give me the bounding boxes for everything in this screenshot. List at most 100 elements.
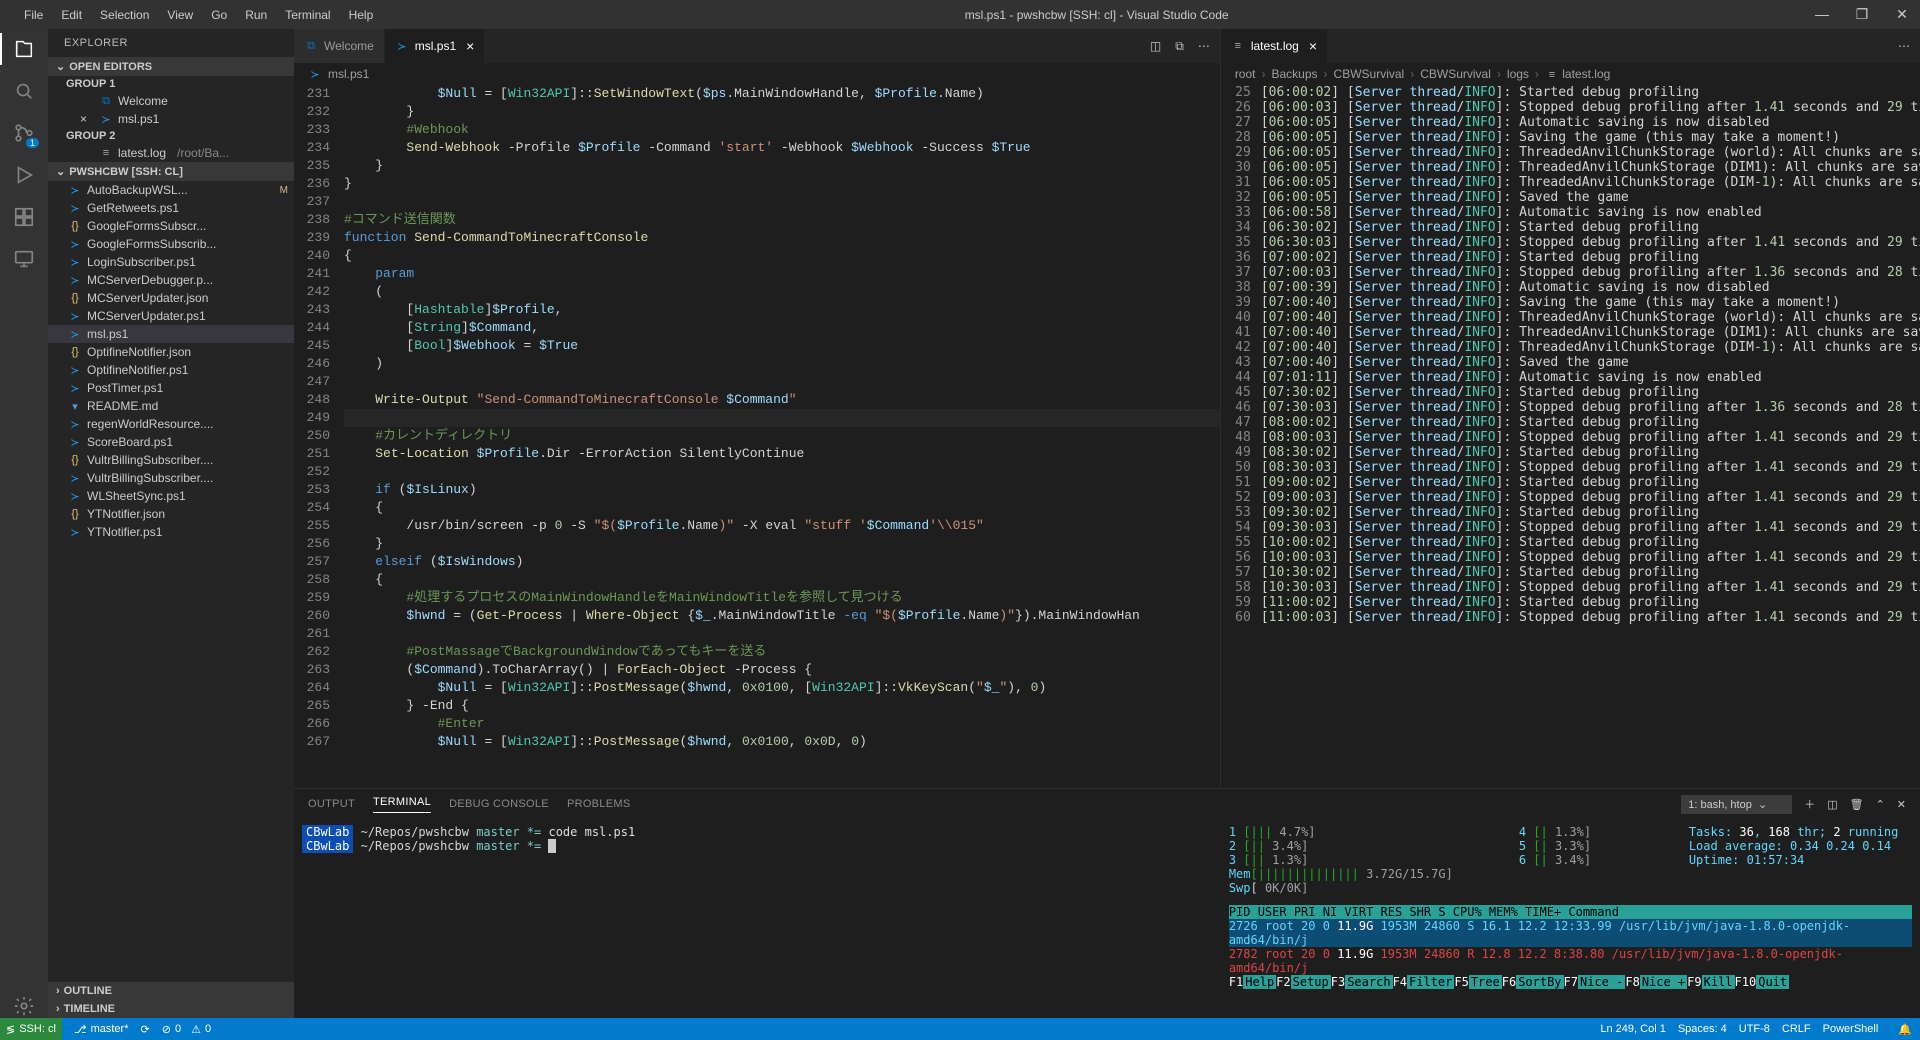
notifications-icon[interactable]: 🔔	[1898, 1023, 1912, 1036]
close-icon[interactable]: ×	[466, 38, 474, 54]
source-control-icon[interactable]: 1	[12, 121, 36, 145]
json-icon: {}	[68, 453, 82, 467]
more-icon[interactable]: ⋯	[1898, 39, 1910, 53]
split-terminal-icon[interactable]: ◫	[1827, 798, 1837, 811]
file-label: VultrBillingSubscriber....	[87, 471, 213, 485]
file-item[interactable]: ≻AutoBackupWSL...M	[48, 181, 294, 199]
language[interactable]: PowerShell	[1823, 1023, 1879, 1035]
breadcrumb-item[interactable]: root	[1235, 67, 1256, 81]
timeline-header[interactable]: ›TIMELINE	[48, 1000, 294, 1018]
split-editor-icon[interactable]: ◫	[1150, 39, 1161, 53]
run-debug-icon[interactable]	[12, 163, 36, 187]
tab-msl-ps1[interactable]: ≻msl.ps1×	[385, 29, 486, 63]
menu-file[interactable]: File	[16, 4, 51, 26]
open-editor-item[interactable]: ⧉Welcome	[48, 92, 294, 110]
problems-status[interactable]: ⊘ 0 ⚠ 0	[162, 1023, 211, 1036]
tab-latest-log[interactable]: ≡latest.log×	[1221, 29, 1328, 63]
terminal-1[interactable]: CBwLab ~/Repos/pwshcbw master *= code ms…	[294, 819, 1221, 1018]
ps-icon: ≻	[68, 273, 82, 287]
breadcrumb-item[interactable]: Backups	[1272, 67, 1318, 81]
extensions-icon[interactable]	[12, 205, 36, 229]
terminal-2-htop[interactable]: 1 [||| 4.7%] 2 [|| 3.4%] 3 [|| 1.3%]Mem[…	[1221, 819, 1920, 1018]
modified-badge: M	[280, 185, 288, 196]
cursor-pos[interactable]: Ln 249, Col 1	[1600, 1023, 1665, 1035]
file-item[interactable]: ≻OptifineNotifier.ps1	[48, 361, 294, 379]
settings-icon[interactable]	[12, 994, 36, 1018]
file-item[interactable]: {}MCServerUpdater.json	[48, 289, 294, 307]
menu-selection[interactable]: Selection	[92, 4, 157, 26]
breadcrumb-right[interactable]: root›Backups›CBWSurvival›CBWSurvival›log…	[1221, 63, 1920, 85]
panel-tab-terminal[interactable]: TERMINAL	[373, 796, 431, 813]
more-icon[interactable]: ⋯	[1198, 39, 1210, 53]
file-item[interactable]: ≻MCServerUpdater.ps1	[48, 307, 294, 325]
maximize-button[interactable]: ❐	[1852, 6, 1872, 23]
panel-tab-problems[interactable]: PROBLEMS	[567, 798, 631, 810]
remote-indicator[interactable]: ≶ SSH: cl	[0, 1018, 62, 1040]
breadcrumb-item[interactable]: ≡ latest.log	[1545, 67, 1610, 82]
menu-help[interactable]: Help	[341, 4, 382, 26]
open-editor-item[interactable]: ≡latest.log/root/Ba...	[48, 144, 294, 162]
file-item[interactable]: ≻ScoreBoard.ps1	[48, 433, 294, 451]
breadcrumb-left[interactable]: ≻ msl.ps1	[294, 63, 1220, 85]
open-editors-header[interactable]: ⌄OPEN EDITORS	[48, 57, 294, 76]
file-item[interactable]: {}OptifineNotifier.json	[48, 343, 294, 361]
file-item[interactable]: ▾README.md	[48, 397, 294, 415]
file-item[interactable]: {}VultrBillingSubscriber....	[48, 451, 294, 469]
close-panel-icon[interactable]: ✕	[1897, 798, 1906, 811]
file-label: GoogleFormsSubscr...	[87, 219, 206, 233]
ps-icon: ≻	[68, 525, 82, 539]
close-icon[interactable]: ×	[80, 112, 94, 126]
kill-terminal-icon[interactable]: 🗑	[1850, 798, 1864, 811]
tab-label: msl.ps1	[415, 39, 456, 53]
breadcrumb-item[interactable]: CBWSurvival	[1420, 67, 1491, 81]
file-item[interactable]: ≻LoginSubscriber.ps1	[48, 253, 294, 271]
search-icon[interactable]	[12, 79, 36, 103]
log-viewer[interactable]: 25[06:00:02] [Server thread/INFO]: Start…	[1221, 85, 1920, 788]
breadcrumb-item[interactable]: CBWSurvival	[1334, 67, 1405, 81]
outline-header[interactable]: ›OUTLINE	[48, 982, 294, 1000]
new-terminal-icon[interactable]: ＋	[1804, 796, 1815, 812]
file-item[interactable]: {}GoogleFormsSubscr...	[48, 217, 294, 235]
file-item[interactable]: ≻MCServerDebugger.p...	[48, 271, 294, 289]
file-item[interactable]: ≻VultrBillingSubscriber....	[48, 469, 294, 487]
breadcrumb-item[interactable]: logs	[1507, 67, 1529, 81]
maximize-panel-icon[interactable]: ⌃	[1876, 798, 1885, 811]
explorer-icon[interactable]	[12, 37, 36, 61]
sidebar-title: EXPLORER	[48, 29, 294, 57]
indent[interactable]: Spaces: 4	[1678, 1023, 1727, 1035]
open-editor-item[interactable]: ×≻msl.ps1	[48, 110, 294, 128]
file-item[interactable]: ≻msl.ps1	[48, 325, 294, 343]
file-item[interactable]: ≻GetRetweets.ps1	[48, 199, 294, 217]
git-sync[interactable]: ⟳	[141, 1023, 150, 1036]
menu-go[interactable]: Go	[203, 4, 235, 26]
diff-icon[interactable]: ⧉	[1175, 39, 1184, 54]
encoding[interactable]: UTF-8	[1739, 1023, 1770, 1035]
remote-explorer-icon[interactable]	[12, 247, 36, 271]
workspace-header[interactable]: ⌄PWSHCBW [SSH: CL]	[48, 162, 294, 181]
panel-tab-output[interactable]: OUTPUT	[308, 798, 355, 810]
file-item[interactable]: ≻PostTimer.ps1	[48, 379, 294, 397]
sidebar: EXPLORER ⌄OPEN EDITORS GROUP 1 ⧉Welcome×…	[48, 29, 294, 1018]
file-item[interactable]: ≻YTNotifier.ps1	[48, 523, 294, 541]
eol[interactable]: CRLF	[1782, 1023, 1811, 1035]
menu-terminal[interactable]: Terminal	[277, 4, 338, 26]
menu-run[interactable]: Run	[237, 4, 275, 26]
menu-edit[interactable]: Edit	[53, 4, 90, 26]
file-item[interactable]: ≻GoogleFormsSubscrib...	[48, 235, 294, 253]
window-title: msl.ps1 - pwshcbw [SSH: cl] - Visual Stu…	[381, 8, 1812, 22]
terminal-selector[interactable]: 1: bash, htop ⌄	[1681, 795, 1792, 814]
ps-icon: ≻	[68, 327, 82, 341]
close-icon[interactable]: ×	[1309, 38, 1317, 54]
file-item[interactable]: ≻regenWorldResource....	[48, 415, 294, 433]
file-item[interactable]: ≻WLSheetSync.ps1	[48, 487, 294, 505]
tab-welcome[interactable]: ⧉Welcome	[294, 29, 385, 63]
menu-view[interactable]: View	[159, 4, 201, 26]
minimize-button[interactable]: —	[1812, 6, 1832, 23]
bottom-panel: OUTPUT TERMINAL DEBUG CONSOLE PROBLEMS 1: b…	[294, 788, 1920, 1018]
menu-bar: FileEditSelectionViewGoRunTerminalHelp	[16, 4, 381, 26]
git-branch[interactable]: ⎇ master*	[74, 1023, 129, 1036]
file-item[interactable]: {}YTNotifier.json	[48, 505, 294, 523]
close-button[interactable]: ✕	[1892, 6, 1912, 23]
panel-tab-debug-console[interactable]: DEBUG CONSOLE	[449, 798, 549, 810]
code-editor[interactable]: 231 232 233 234 235 236 237 238 239 240 …	[294, 85, 1220, 788]
